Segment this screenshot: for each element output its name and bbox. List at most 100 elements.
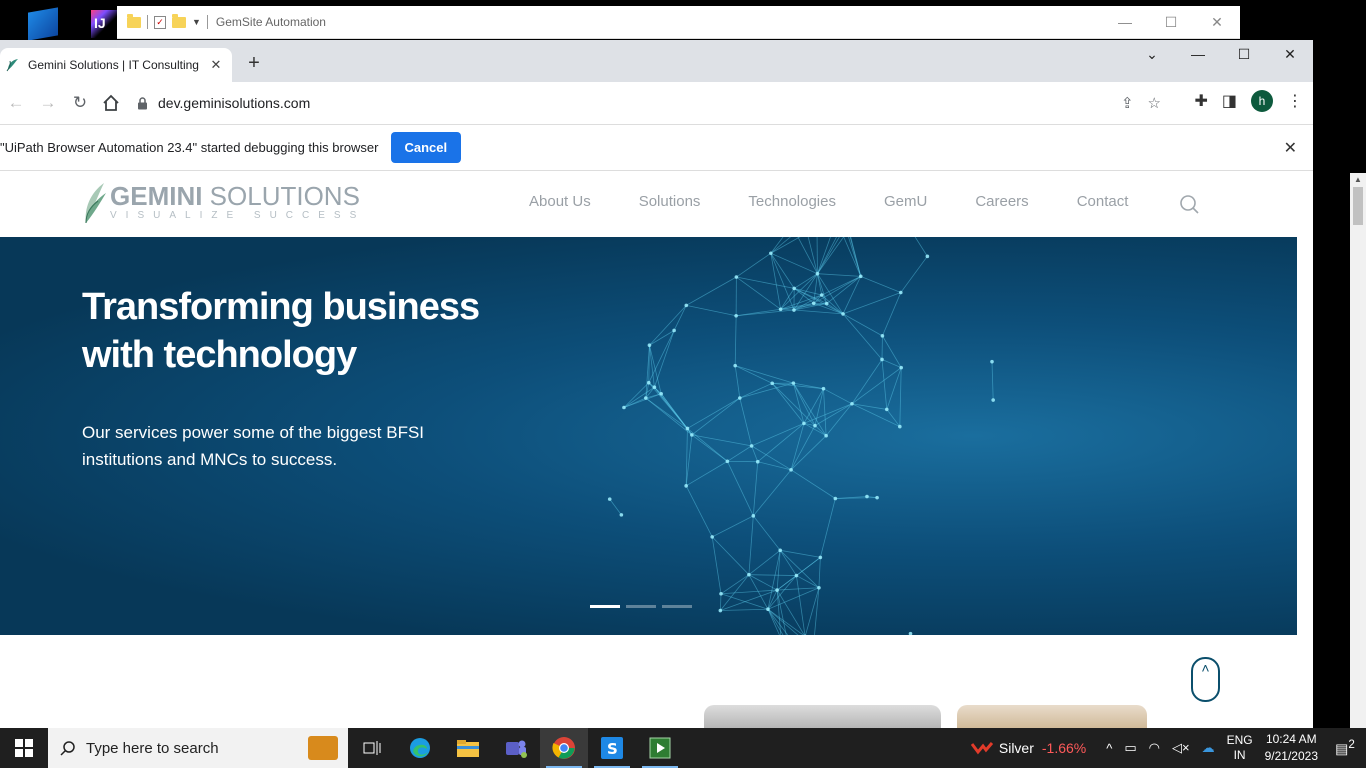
stock-widget[interactable]: Silver -1.66% — [970, 740, 1087, 756]
browser-window-controls: ⌄ — ☐ ✕ — [1129, 40, 1313, 70]
new-folder-icon[interactable] — [172, 13, 186, 28]
battery-icon[interactable]: ▭ — [1124, 740, 1136, 756]
close-button[interactable]: ✕ — [1194, 14, 1240, 31]
scrollbar-thumb[interactable] — [1353, 187, 1363, 225]
customize-dropdown-icon[interactable]: ▼ — [192, 17, 201, 27]
search-placeholder: Type here to search — [86, 739, 219, 757]
logo-brand-bold: GEMINI — [110, 181, 203, 211]
window-controls: — ☐ ✕ — [1102, 14, 1240, 31]
clock-date: 9/21/2023 — [1264, 749, 1318, 763]
new-tab-button[interactable]: + — [243, 52, 265, 75]
team-photo — [704, 705, 941, 728]
profile-avatar[interactable]: h — [1251, 90, 1273, 112]
tab-search-button[interactable]: ⌄ — [1129, 40, 1175, 70]
tab-gemini[interactable]: Gemini Solutions | IT Consulting ✕ — [0, 48, 232, 82]
home-icon[interactable] — [102, 94, 120, 112]
forward-icon[interactable]: → — [32, 93, 64, 113]
show-hidden-icons-icon[interactable]: ^ — [1106, 741, 1112, 756]
scroll-up-arrow-icon[interactable]: ▲ — [1354, 175, 1362, 184]
site-search-icon[interactable] — [1179, 194, 1199, 214]
scroll-to-top-button[interactable]: ˄ — [1191, 657, 1220, 702]
office-photo — [957, 705, 1147, 728]
nav-solutions[interactable]: Solutions — [639, 193, 701, 210]
back-icon[interactable]: ← — [0, 93, 32, 113]
clock[interactable]: 10:24 AM 9/21/2023 — [1265, 731, 1318, 765]
language-indicator[interactable]: ENG IN — [1227, 733, 1253, 763]
content-section: ˄ — [0, 635, 1297, 728]
close-button[interactable]: ✕ — [1267, 40, 1313, 70]
carousel-dot[interactable] — [590, 605, 620, 608]
nav-about-us[interactable]: About Us — [529, 193, 591, 210]
task-view-icon[interactable] — [348, 728, 396, 768]
browser-toolbar: ← → ↻ dev.geminisolutions.com ⇪ ☆ ✚ ◨ h … — [0, 82, 1313, 124]
intellij-icon[interactable]: IJ — [91, 10, 117, 38]
start-button[interactable] — [0, 728, 48, 768]
uipath-studio-icon[interactable]: S — [588, 728, 636, 768]
maximize-button[interactable]: ☐ — [1148, 14, 1194, 31]
nav-gemu[interactable]: GemU — [884, 193, 927, 210]
site-logo[interactable]: GEMINI SOLUTIONS VISUALIZE SUCCESS — [82, 181, 365, 225]
tab-title: Gemini Solutions | IT Consulting — [28, 58, 199, 72]
edge-icon[interactable] — [396, 728, 444, 768]
lock-icon[interactable] — [137, 96, 148, 110]
chrome-icon[interactable] — [540, 728, 588, 768]
region-code: IN — [1233, 748, 1246, 762]
url-text[interactable]: dev.geminisolutions.com — [158, 95, 310, 111]
infobar-close-icon[interactable]: ✕ — [1284, 138, 1297, 158]
maximize-button[interactable]: ☐ — [1221, 40, 1267, 70]
file-explorer-window[interactable]: ✓ ▼ GemSite Automation — ☐ ✕ — [117, 6, 1240, 39]
notification-center-icon[interactable]: ▤2 — [1332, 738, 1358, 758]
uipath-assistant-icon[interactable] — [636, 728, 684, 768]
notification-count: 2 — [1348, 738, 1355, 752]
nav-technologies[interactable]: Technologies — [748, 193, 836, 210]
cancel-button[interactable]: Cancel — [390, 132, 462, 163]
tab-strip: Gemini Solutions | IT Consulting ✕ + ⌄ —… — [0, 40, 1313, 82]
taskbar: Type here to search S Silver -1.66% ^ ▭ … — [0, 728, 1366, 768]
bookmark-star-icon[interactable]: ☆ — [1148, 94, 1161, 112]
network-globe-graphic — [607, 237, 995, 635]
divider — [147, 15, 148, 29]
svg-text:S: S — [607, 740, 618, 758]
window-title: GemSite Automation — [215, 15, 326, 29]
carousel-dot[interactable] — [626, 605, 656, 608]
address-bar[interactable]: dev.geminisolutions.com ⇪ ☆ — [125, 87, 1175, 119]
share-icon[interactable]: ⇪ — [1121, 94, 1134, 112]
taskbar-search[interactable]: Type here to search — [48, 728, 348, 768]
reload-icon[interactable]: ↻ — [64, 93, 96, 113]
file-explorer-icon[interactable] — [444, 728, 492, 768]
hero-subtext: Our services power some of the biggest B… — [82, 423, 425, 469]
divider — [206, 15, 208, 29]
debugging-infobar: "UiPath Browser Automation 23.4" started… — [0, 124, 1313, 171]
teams-icon[interactable] — [492, 728, 540, 768]
search-icon — [60, 741, 75, 756]
language-code: ENG — [1226, 733, 1253, 747]
toolbar-right-icons: ✚ ◨ h ⋮ — [1194, 90, 1303, 112]
desktop-app-icon[interactable] — [28, 7, 58, 41]
quick-access-toolbar: ✓ ▼ — [117, 13, 208, 29]
intellij-label: IJ — [94, 15, 106, 31]
logo-words: GEMINI SOLUTIONS VISUALIZE SUCCESS — [110, 183, 365, 223]
nav-careers[interactable]: Careers — [975, 193, 1028, 210]
wifi-icon[interactable]: ◠ — [1149, 740, 1160, 756]
onedrive-icon[interactable]: ☁ — [1202, 740, 1215, 756]
side-panel-icon[interactable]: ◨ — [1222, 91, 1237, 111]
logo-brand-rest: SOLUTIONS — [202, 181, 360, 211]
stock-name: Silver — [998, 740, 1034, 756]
volume-muted-icon[interactable]: ◁× — [1172, 740, 1190, 756]
site-header: GEMINI SOLUTIONS VISUALIZE SUCCESS About… — [0, 173, 1297, 237]
nav-contact[interactable]: Contact — [1077, 193, 1129, 210]
page-scrollbar[interactable]: ▲ — [1350, 173, 1366, 728]
minimize-button[interactable]: — — [1102, 14, 1148, 31]
folder-icon[interactable] — [127, 13, 141, 28]
logo-name: GEMINI SOLUTIONS — [110, 183, 365, 209]
properties-icon[interactable]: ✓ — [154, 15, 166, 29]
briefcase-icon[interactable] — [308, 736, 338, 760]
tab-close-icon[interactable]: ✕ — [208, 57, 224, 73]
menu-kebab-icon[interactable]: ⋮ — [1287, 91, 1303, 111]
minimize-button[interactable]: — — [1175, 40, 1221, 70]
windows-logo-icon — [15, 739, 33, 757]
logo-tagline: VISUALIZE SUCCESS — [110, 210, 366, 221]
carousel-dot[interactable] — [662, 605, 692, 608]
extensions-puzzle-icon[interactable]: ✚ — [1194, 91, 1207, 111]
stock-change: -1.66% — [1041, 740, 1087, 756]
